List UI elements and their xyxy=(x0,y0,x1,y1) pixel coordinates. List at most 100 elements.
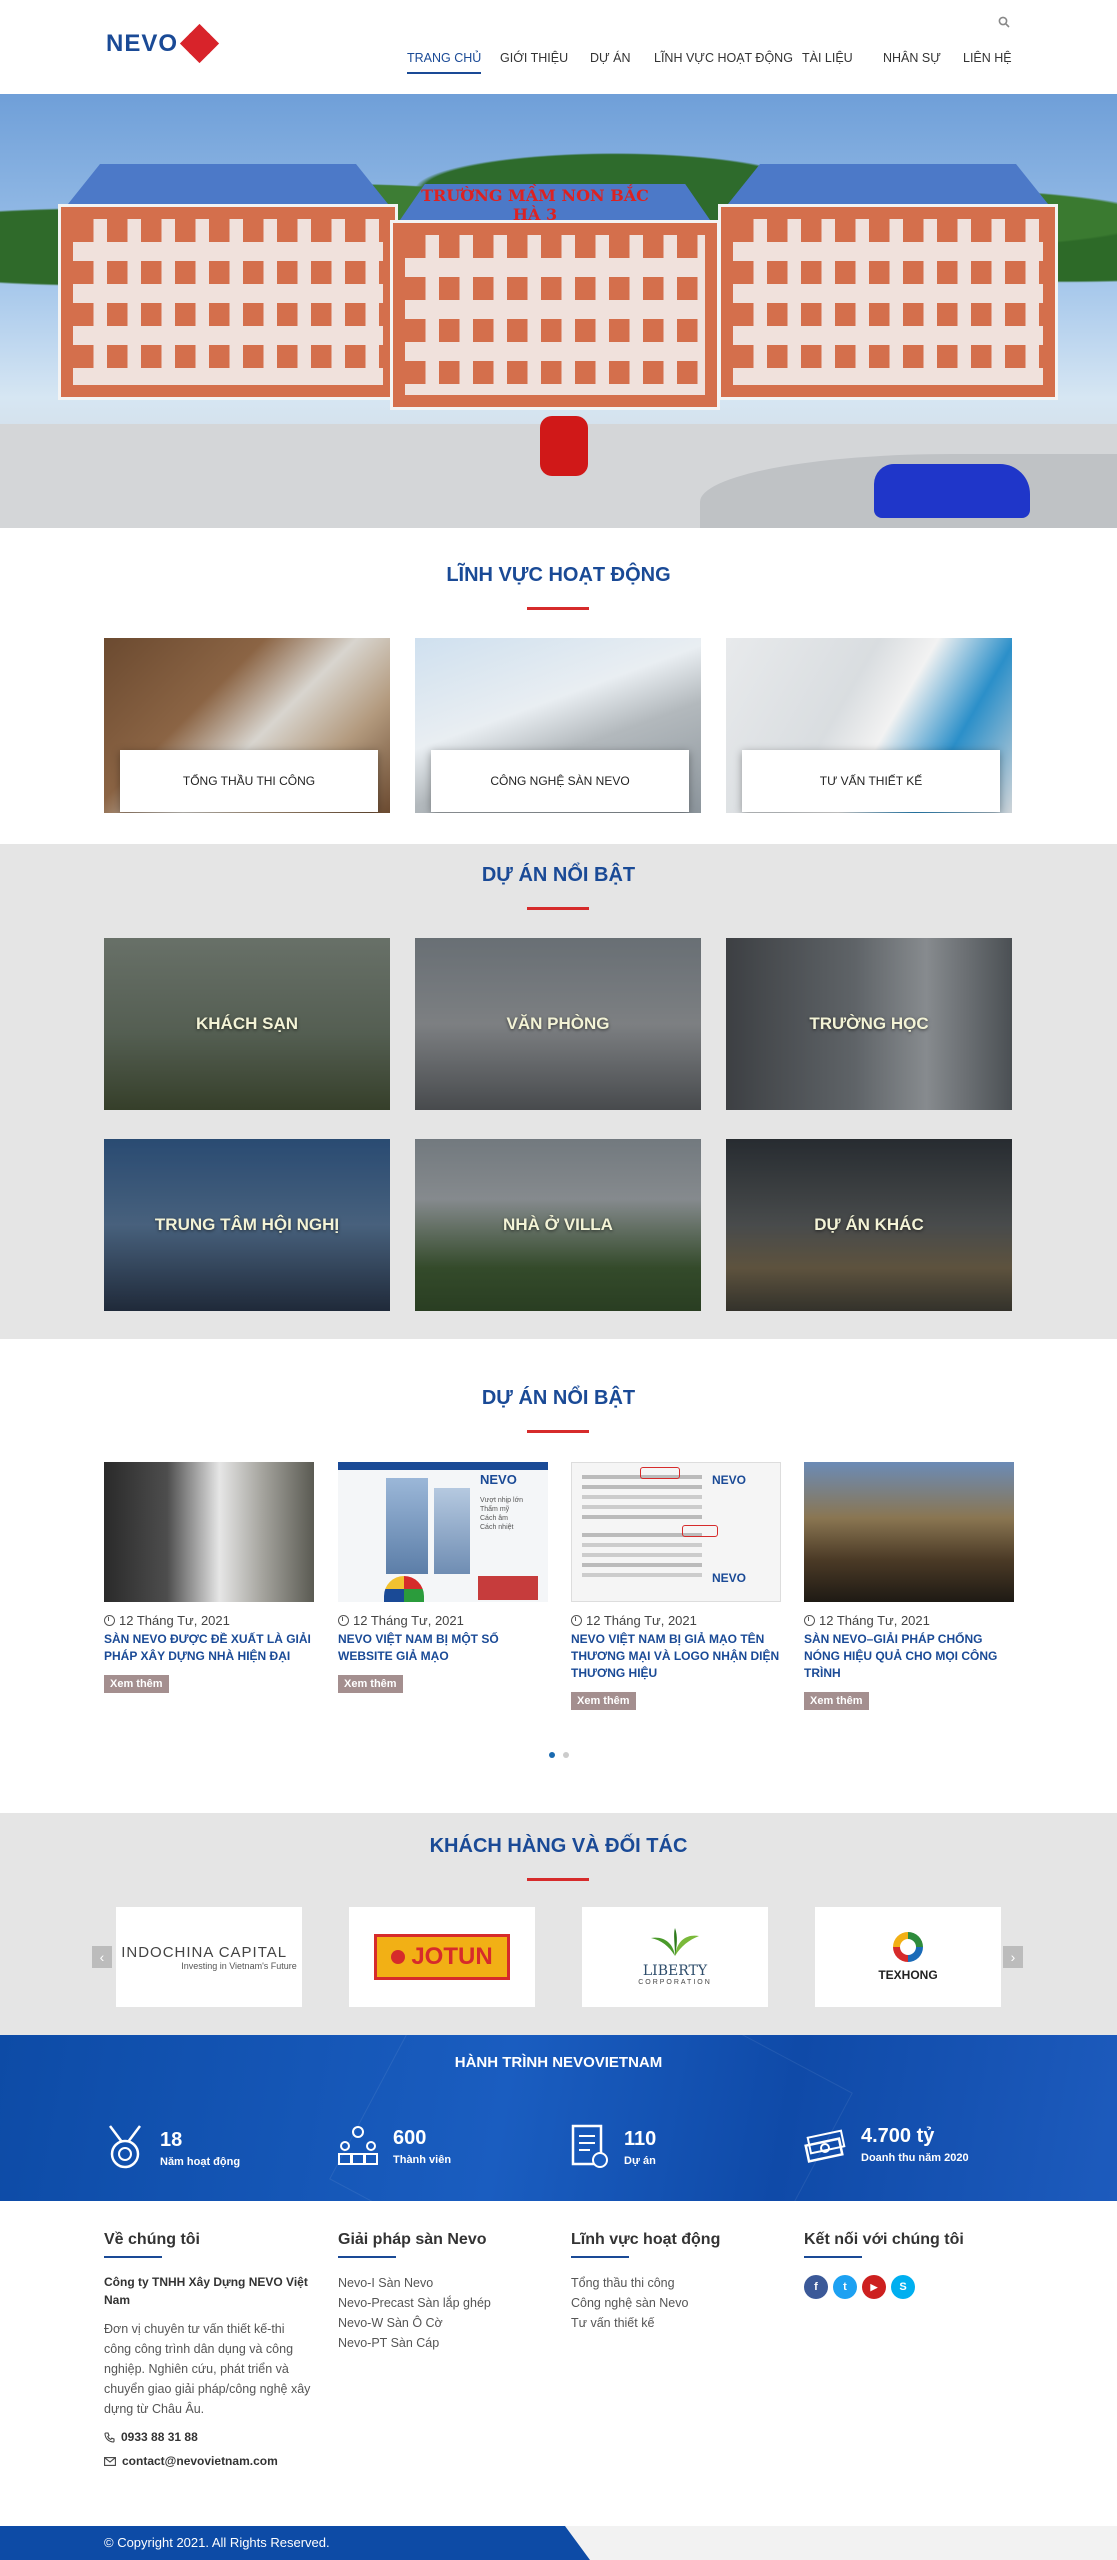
site-logo[interactable]: NEVO xyxy=(106,23,220,64)
partner-name: TEXHONG xyxy=(878,1968,938,1982)
field-card[interactable]: TỔNG THẦU THI CÔNG xyxy=(104,638,390,813)
nav-item-fields[interactable]: LĨNH VỰC HOẠT ĐỘNG xyxy=(654,51,793,65)
footer-link[interactable]: Tư vấn thiết kế xyxy=(571,2313,781,2333)
skype-icon[interactable]: S xyxy=(891,2275,915,2299)
category-label: VĂN PHÒNG xyxy=(506,1014,610,1033)
news-date-text: 12 Tháng Tư, 2021 xyxy=(819,1613,930,1628)
partner-logo-indochina[interactable]: INDOCHINA CAPITAL Investing in Vietnam's… xyxy=(116,1907,302,2007)
stat-label: Doanh thu năm 2020 xyxy=(861,2151,969,2164)
stat-projects: 110 Dự án xyxy=(570,2124,656,2170)
building-roof xyxy=(68,164,388,204)
footer-phone[interactable]: 0933 88 31 88 xyxy=(104,2427,314,2447)
footer-email[interactable]: contact@nevovietnam.com xyxy=(104,2451,314,2471)
footer-link[interactable]: Nevo-PT Sàn Cáp xyxy=(338,2333,548,2353)
field-label: CÔNG NGHỆ SÀN NEVO xyxy=(490,774,630,788)
field-label-box: TƯ VẤN THIẾT KẾ xyxy=(742,750,1000,812)
youtube-icon[interactable]: ▶ xyxy=(862,2275,886,2299)
footer-phone-text: 0933 88 31 88 xyxy=(121,2430,198,2444)
partners-next-button[interactable]: › xyxy=(1003,1946,1023,1968)
category-label: DỰ ÁN KHÁC xyxy=(814,1215,924,1234)
blue-car xyxy=(874,464,1030,518)
partner-name: INDOCHINA CAPITAL xyxy=(121,1943,288,1961)
partner-logo-texhong[interactable]: TEXHONG xyxy=(815,1907,1001,2007)
news-image-list: Vượt nhịp lớn Thẩm mỹ Cách âm Cách nhiệt xyxy=(480,1497,524,1531)
news-card[interactable]: 12 Tháng Tư, 2021 SÀN NEVO–GIẢI PHÁP CHỐ… xyxy=(804,1462,1014,1710)
partners-prev-button[interactable]: ‹ xyxy=(92,1946,112,1968)
partner-name: JOTUN xyxy=(411,1943,493,1970)
footer-link[interactable]: Công nghệ sàn Nevo xyxy=(571,2293,781,2313)
read-more-button[interactable]: Xem thêm xyxy=(338,1675,403,1693)
category-card[interactable]: NHÀ Ở VILLA xyxy=(415,1139,701,1311)
facebook-icon[interactable]: f xyxy=(804,2275,828,2299)
partner-logo-liberty[interactable]: LIBERTY CORPORATION xyxy=(582,1907,768,2007)
hero-slider[interactable]: TRƯỜNG MẦM NON BẮC HÀ 3 xyxy=(0,94,1117,528)
jotun-emblem-icon xyxy=(391,1950,406,1964)
search-icon[interactable] xyxy=(998,16,1010,28)
news-title[interactable]: SÀN NEVO–GIẢI PHÁP CHỐNG NÓNG HIỆU QUẢ C… xyxy=(804,1631,1014,1682)
news-title[interactable]: NEVO VIỆT NAM BỊ MỘT SỐ WEBSITE GIẢ MẠO xyxy=(338,1631,548,1665)
category-card[interactable]: VĂN PHÒNG xyxy=(415,938,701,1110)
building-center xyxy=(390,220,720,410)
footer-company-desc: Đơn vị chuyên tư vấn thiết kế-thi công c… xyxy=(104,2322,311,2416)
footer-link[interactable]: Nevo-W Sàn Ô Cờ xyxy=(338,2313,548,2333)
field-label-box: CÔNG NGHỆ SÀN NEVO xyxy=(431,750,689,812)
stat-label: Năm hoạt động xyxy=(160,2155,241,2168)
read-more-button[interactable]: Xem thêm xyxy=(104,1675,169,1693)
school-sign: TRƯỜNG MẦM NON BẮC HÀ 3 xyxy=(421,186,649,224)
read-more-button[interactable]: Xem thêm xyxy=(804,1692,869,1710)
footer-heading: Kết nối với chúng tôi xyxy=(804,2231,1014,2258)
news-card[interactable]: 12 Tháng Tư, 2021 SÀN NEVO ĐƯỢC ĐỀ XUẤT … xyxy=(104,1462,314,1693)
team-icon xyxy=(338,2126,378,2165)
news-image-logo: NEVO xyxy=(712,1473,747,1487)
nav-item-contact[interactable]: LIÊN HỆ xyxy=(963,51,1012,65)
nav-item-about[interactable]: GIỚI THIỆU xyxy=(500,51,568,65)
category-card[interactable]: DỰ ÁN KHÁC xyxy=(726,1139,1012,1311)
news-title[interactable]: NEVO VIỆT NAM BỊ GIẢ MẠO TÊN THƯƠNG MẠI … xyxy=(571,1631,781,1682)
field-label-box: TỔNG THẦU THI CÔNG xyxy=(120,750,378,812)
building-right xyxy=(718,204,1058,400)
section-underline xyxy=(527,607,589,610)
read-more-button[interactable]: Xem thêm xyxy=(571,1692,636,1710)
field-label: TỔNG THẦU THI CÔNG xyxy=(182,774,316,788)
news-image-highlight xyxy=(682,1525,718,1537)
footer-heading: Lĩnh vực hoạt động xyxy=(571,2231,781,2258)
news-image-tower xyxy=(386,1478,428,1574)
carousel-dot[interactable] xyxy=(563,1752,569,1758)
news-title[interactable]: SÀN NEVO ĐƯỢC ĐỀ XUẤT LÀ GIẢI PHÁP XÂY D… xyxy=(104,1631,314,1665)
news-image-photo xyxy=(478,1576,538,1600)
footer-link[interactable]: Nevo-I Sàn Nevo xyxy=(338,2273,548,2293)
journey-stats-section: HÀNH TRÌNH NEVOVIETNAM xyxy=(0,2035,1117,2201)
footer-heading: Về chúng tôi xyxy=(104,2231,314,2258)
footer-link[interactable]: Nevo-Precast Sàn lắp ghép xyxy=(338,2293,548,2313)
news-card[interactable]: NEVO Vượt nhịp lớn Thẩm mỹ Cách âm Cách … xyxy=(338,1462,548,1693)
news-date-text: 12 Tháng Tư, 2021 xyxy=(119,1613,230,1628)
red-car xyxy=(540,416,588,476)
nav-item-staff[interactable]: NHÂN SỰ xyxy=(883,51,941,65)
footer-company-name: Công ty TNHH Xây Dựng NEVO Việt Nam xyxy=(104,2275,308,2307)
stat-revenue: 4.700 tỷ Doanh thu năm 2020 xyxy=(803,2124,969,2164)
category-card[interactable]: TRUNG TÂM HỘI NGHỊ xyxy=(104,1139,390,1311)
carousel-dot[interactable] xyxy=(549,1752,555,1758)
news-image-highlight xyxy=(640,1467,680,1479)
footer-heading: Giải pháp sàn Nevo xyxy=(338,2231,548,2258)
building-left xyxy=(58,204,398,400)
certificate-icon xyxy=(571,2124,608,2168)
field-card[interactable]: CÔNG NGHỆ SÀN NEVO xyxy=(415,638,701,813)
nav-item-documents[interactable]: TÀI LIỆU xyxy=(802,51,853,65)
news-image-tower xyxy=(434,1488,470,1574)
category-card[interactable]: TRƯỜNG HỌC xyxy=(726,938,1012,1110)
nav-item-projects[interactable]: DỰ ÁN xyxy=(590,51,631,65)
news-date: 12 Tháng Tư, 2021 xyxy=(571,1613,781,1628)
twitter-icon[interactable]: t xyxy=(833,2275,857,2299)
news-date: 12 Tháng Tư, 2021 xyxy=(804,1613,1014,1628)
news-carousel-dots xyxy=(549,1752,569,1758)
section-underline xyxy=(527,1430,589,1433)
news-card[interactable]: NEVO NEVO 12 Tháng Tư, 2021 NEVO VIỆT NA… xyxy=(571,1462,781,1710)
category-card[interactable]: KHÁCH SẠN xyxy=(104,938,390,1110)
partner-logo-jotun[interactable]: JOTUN xyxy=(349,1907,535,2007)
clock-icon xyxy=(104,1615,115,1626)
nav-item-home[interactable]: TRANG CHỦ xyxy=(407,51,482,74)
footer-link[interactable]: Tổng thầu thi công xyxy=(571,2273,781,2293)
field-card[interactable]: TƯ VẤN THIẾT KẾ xyxy=(726,638,1012,813)
category-label: KHÁCH SẠN xyxy=(196,1014,298,1033)
